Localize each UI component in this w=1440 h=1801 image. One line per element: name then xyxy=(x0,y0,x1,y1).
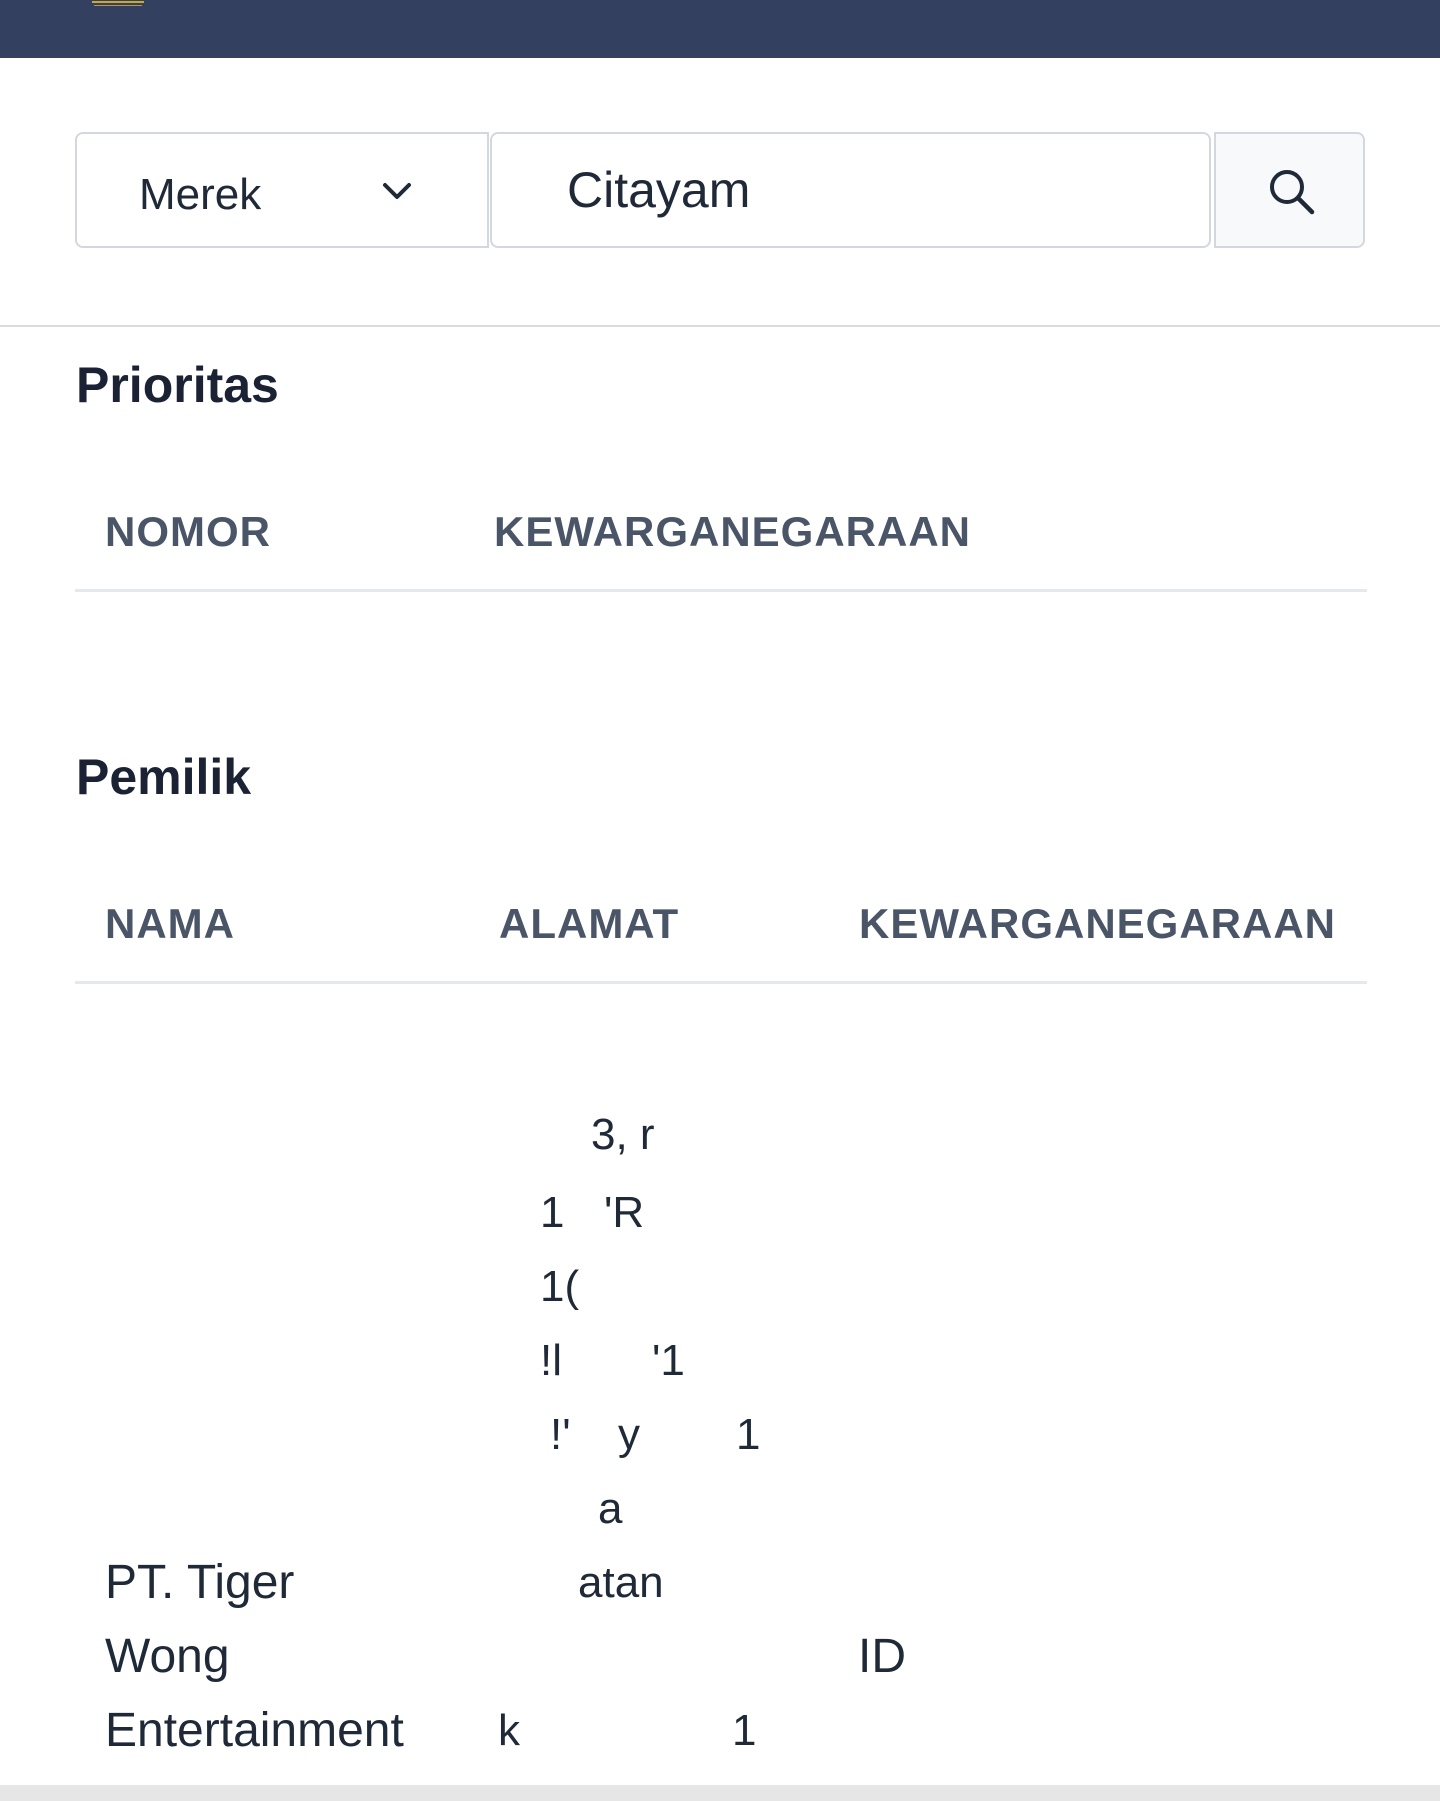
top-navigation-bar xyxy=(0,0,1440,58)
address-fragment: '1 xyxy=(652,1336,685,1385)
column-header-kewarganegaraan: KEWARGANEGARAAN xyxy=(859,900,1336,947)
table-header-rule xyxy=(75,589,1367,592)
search-type-select[interactable]: Merek xyxy=(75,132,489,248)
brand-logo[interactable] xyxy=(92,0,144,8)
address-fragment: !' xyxy=(550,1410,571,1459)
column-header-alamat: ALAMAT xyxy=(499,900,680,947)
address-fragment: 1 xyxy=(736,1410,761,1459)
address-fragment: 1 xyxy=(732,1706,757,1755)
address-fragment: k xyxy=(498,1706,520,1755)
column-header-nama: NAMA xyxy=(105,900,235,947)
search-button[interactable] xyxy=(1214,132,1365,248)
owner-name-line: Wong xyxy=(105,1630,230,1683)
owner-citizenship: ID xyxy=(858,1630,906,1683)
address-fragment: 1( xyxy=(540,1262,580,1311)
search-input[interactable] xyxy=(490,132,1211,248)
bottom-edge xyxy=(0,1785,1440,1801)
address-fragment: 'R xyxy=(604,1188,645,1237)
table-header-rule xyxy=(75,981,1367,984)
prioritas-title: Prioritas xyxy=(76,357,279,413)
owner-name-line: PT. Tiger xyxy=(105,1556,295,1609)
pemilik-title: Pemilik xyxy=(76,749,252,805)
column-header-nomor: NOMOR xyxy=(105,508,271,555)
address-fragment: 1 xyxy=(540,1188,565,1237)
owner-name-line: Entertainment xyxy=(105,1704,404,1757)
address-fragment: y xyxy=(618,1410,640,1459)
chevron-down-icon xyxy=(379,174,415,210)
section-divider xyxy=(0,325,1440,327)
address-fragment: !l xyxy=(540,1336,562,1385)
address-fragment: a xyxy=(598,1484,623,1533)
search-type-label: Merek xyxy=(139,170,262,219)
address-fragment: atan xyxy=(578,1558,664,1607)
address-fragment: 3, r xyxy=(591,1110,655,1159)
search-icon xyxy=(1270,170,1315,215)
search-bar: Merek xyxy=(75,132,1365,250)
column-header-kewarganegaraan: KEWARGANEGARAAN xyxy=(494,508,971,555)
